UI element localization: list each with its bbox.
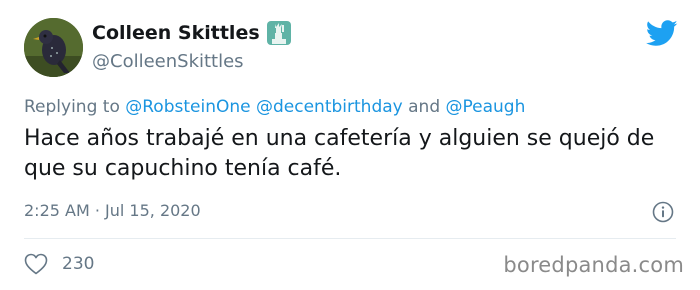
- action-divider: [24, 238, 676, 239]
- boredpanda-watermark: boredpanda.com: [503, 253, 684, 277]
- info-icon[interactable]: [652, 201, 674, 223]
- tweet-timestamp[interactable]: 2:25 AM · Jul 15, 2020: [24, 201, 201, 220]
- user-handle[interactable]: @ColleenSkittles: [92, 51, 244, 72]
- like-action[interactable]: 230: [24, 253, 94, 275]
- bird-avatar-image: [24, 18, 83, 77]
- display-name[interactable]: Colleen Skittles: [92, 20, 292, 46]
- mention-decentbirthday[interactable]: @decentbirthday: [256, 97, 403, 117]
- heart-icon[interactable]: [24, 253, 48, 275]
- twitter-bird-icon[interactable]: [646, 20, 678, 47]
- statue-of-liberty-emoji-icon: [266, 21, 291, 45]
- replying-prefix: Replying to: [24, 97, 126, 117]
- tweet-text: Hace años trabajé en una cafetería y alg…: [24, 126, 655, 181]
- display-name-text: Colleen Skittles: [92, 22, 260, 44]
- mention-peaugh[interactable]: @Peaugh: [446, 97, 526, 117]
- avatar[interactable]: [24, 18, 83, 77]
- like-count: 230: [62, 254, 95, 274]
- mention-robsteinone[interactable]: @RobsteinOne: [125, 97, 250, 117]
- replying-conjunction: and: [402, 97, 446, 117]
- replying-to: Replying to @RobsteinOne @decentbirthday…: [24, 97, 525, 117]
